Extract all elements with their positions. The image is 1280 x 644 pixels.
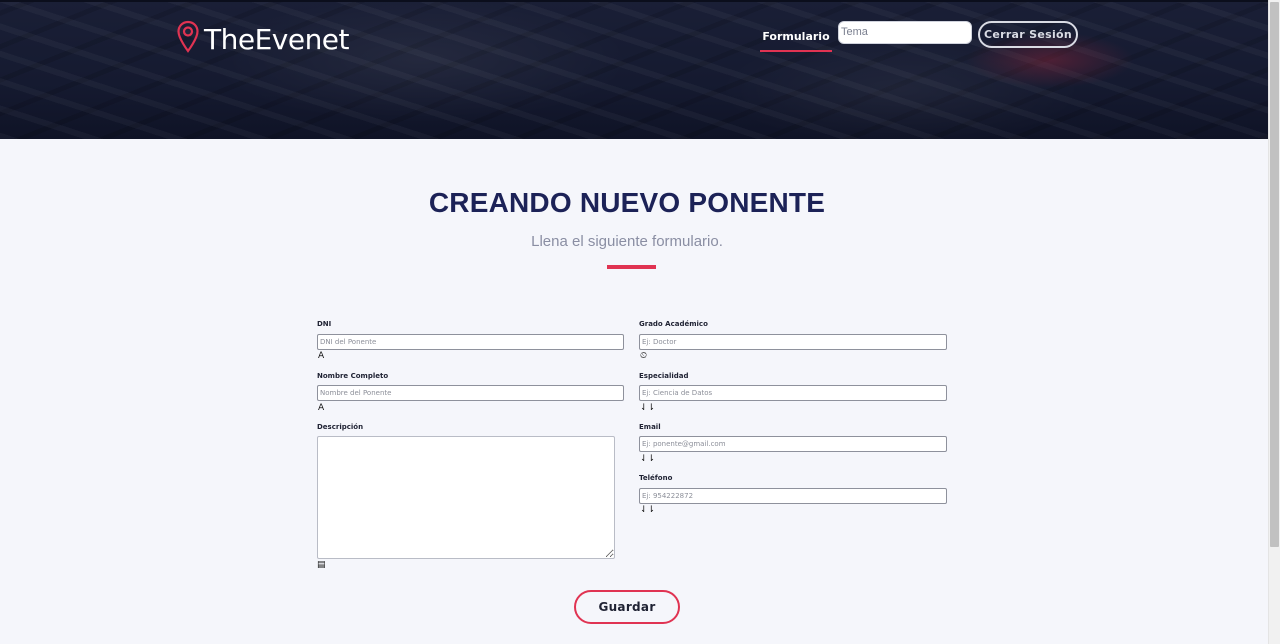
page-title: CREANDO NUEVO PONENTE [428, 187, 826, 218]
dni-label: DNI [317, 320, 332, 328]
especialidad-field[interactable] [639, 385, 947, 401]
nav-formulario-link[interactable]: Formulario [760, 22, 832, 52]
page-subtitle: Llena el siguiente formulario. [531, 233, 723, 250]
header-top-border [0, 0, 1268, 2]
nombre-label: Nombre Completo [317, 372, 389, 380]
location-pin-icon [176, 20, 200, 59]
tema-input[interactable] [838, 21, 972, 44]
header-banner: TheEvenet Formulario Cerrar Sesión [0, 0, 1268, 139]
grado-field[interactable] [639, 334, 947, 350]
email-field[interactable] [639, 436, 947, 452]
especialidad-label: Especialidad [639, 372, 689, 380]
grado-label: Grado Académico [639, 320, 708, 328]
brand-logo[interactable]: TheEvenet [176, 20, 350, 59]
save-button[interactable]: Guardar [574, 590, 680, 624]
clock-icon: ⏲ [640, 351, 648, 361]
keyboard-icon: ▤ [317, 560, 326, 570]
telefono-field[interactable] [639, 488, 947, 504]
descripcion-label: Descripción [317, 423, 364, 431]
text-icon: A [318, 351, 325, 361]
dni-field[interactable] [317, 334, 624, 350]
nombre-field[interactable] [317, 385, 624, 401]
sort-icon: ⇃⇂ [640, 454, 656, 464]
title-divider [607, 265, 656, 269]
sort-icon: ⇃⇂ [640, 505, 656, 515]
email-label: Email [639, 423, 661, 431]
brand-name: TheEvenet [204, 23, 350, 56]
text-icon: A [318, 403, 325, 413]
scrollbar-thumb[interactable] [1270, 2, 1279, 547]
telefono-label: Teléfono [639, 474, 673, 482]
logout-button[interactable]: Cerrar Sesión [978, 21, 1078, 48]
descripcion-textarea[interactable] [317, 436, 615, 559]
sort-icon: ⇃⇂ [640, 403, 656, 413]
